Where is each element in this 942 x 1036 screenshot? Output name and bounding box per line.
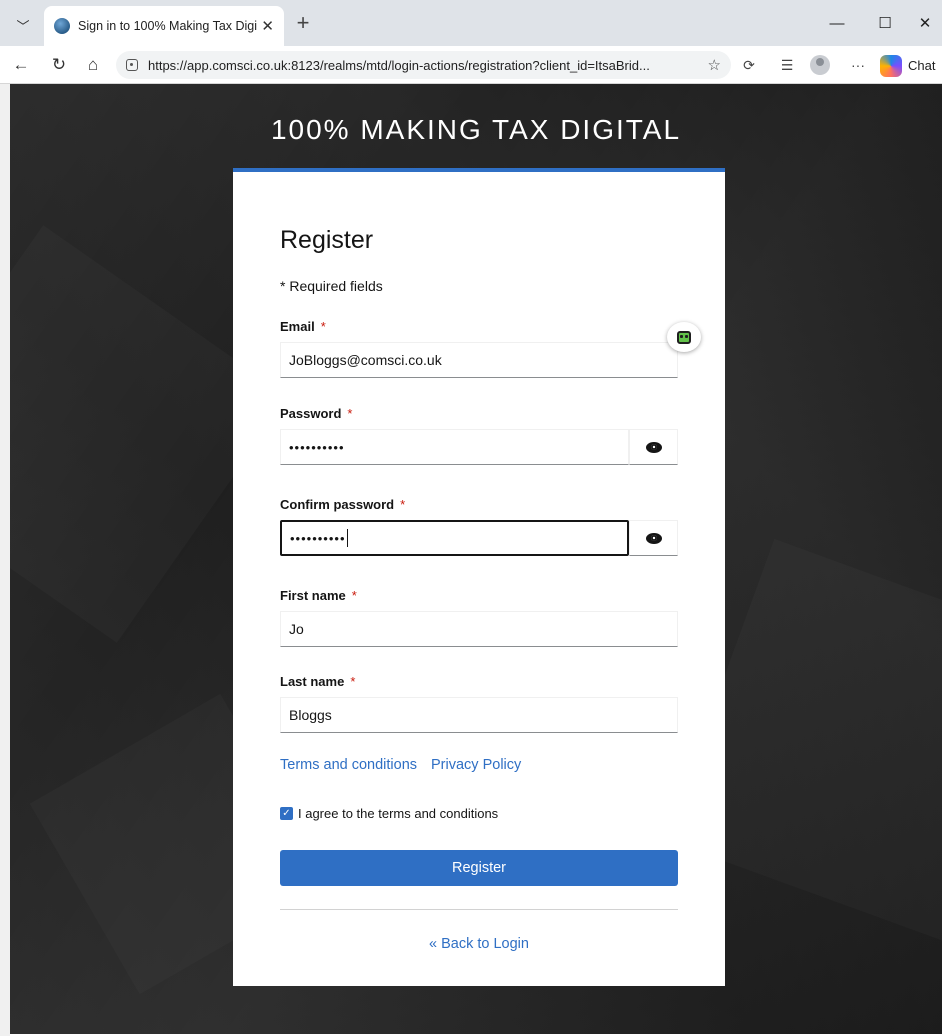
- brand-title: 100% MAKING TAX DIGITAL: [270, 114, 682, 145]
- password-field[interactable]: ••••••••••: [280, 429, 629, 465]
- page-background: 100% MAKING TAX DIGITAL Register * Requi…: [10, 84, 942, 1034]
- back-to-login-link[interactable]: « Back to Login: [280, 936, 678, 952]
- tab-close-icon[interactable]: ✕: [261, 17, 274, 35]
- browser-tab-bar: ﹀ Sign in to 100% Making Tax Digital ✕ +…: [0, 0, 942, 46]
- close-window-icon[interactable]: ✕: [910, 10, 940, 36]
- agree-label[interactable]: I agree to the terms and conditions: [298, 806, 498, 821]
- page-title: Register: [280, 226, 374, 254]
- address-bar[interactable]: https://app.comsci.co.uk:8123/realms/mtd…: [116, 51, 731, 79]
- browser-toolbar: ← ↻ ⌂ https://app.comsci.co.uk:8123/real…: [0, 46, 942, 84]
- required-star: *: [347, 406, 353, 421]
- confirm-password-value: ••••••••••: [290, 530, 346, 546]
- extensions-icon[interactable]: ⟳: [736, 52, 762, 78]
- url-text[interactable]: https://app.comsci.co.uk:8123/realms/mtd…: [148, 58, 702, 73]
- privacy-policy-link[interactable]: Privacy Policy: [431, 757, 521, 773]
- required-fields-note: * Required fields: [280, 278, 383, 294]
- password-label: Password *: [280, 406, 353, 421]
- required-star: *: [351, 588, 357, 603]
- minimize-icon[interactable]: —: [822, 10, 852, 36]
- last-name-field[interactable]: Bloggs: [280, 697, 678, 733]
- tab-title: Sign in to 100% Making Tax Digital: [78, 19, 258, 33]
- lock-icon[interactable]: [126, 59, 138, 71]
- terms-link[interactable]: Terms and conditions: [280, 757, 417, 773]
- agree-terms-row[interactable]: ✓ I agree to the terms and conditions: [280, 806, 498, 821]
- register-card: Register * Required fields Email * JoBlog…: [233, 168, 725, 986]
- favorites-icon[interactable]: ☰: [774, 52, 800, 78]
- agree-checkbox[interactable]: ✓: [280, 807, 293, 820]
- home-icon[interactable]: ⌂: [80, 52, 106, 78]
- copilot-icon[interactable]: [880, 55, 902, 77]
- browser-tab[interactable]: Sign in to 100% Making Tax Digital ✕: [44, 6, 284, 46]
- email-field[interactable]: JoBloggs@comsci.co.uk: [280, 342, 678, 378]
- site-favicon-icon: [54, 18, 70, 34]
- confirm-password-label: Confirm password *: [280, 497, 406, 512]
- first-name-field[interactable]: Jo: [280, 611, 678, 647]
- required-star: *: [320, 319, 326, 334]
- first-name-label: First name *: [280, 588, 357, 603]
- robot-icon: [677, 330, 691, 344]
- policy-links: Terms and conditions Privacy Policy: [280, 757, 535, 773]
- refresh-icon[interactable]: ↻: [46, 52, 72, 78]
- new-tab-button[interactable]: +: [290, 10, 316, 36]
- eye-icon: [645, 532, 662, 544]
- tab-list-icon[interactable]: ﹀: [10, 12, 36, 38]
- back-arrow-icon[interactable]: ←: [8, 52, 34, 78]
- confirm-password-field[interactable]: ••••••••••: [280, 520, 629, 556]
- required-star: *: [400, 497, 406, 512]
- last-name-label: Last name *: [280, 674, 356, 689]
- window-edge: [0, 84, 10, 1036]
- show-confirm-password-button[interactable]: [629, 520, 678, 556]
- chat-label[interactable]: Chat: [908, 58, 935, 73]
- email-label: Email *: [280, 319, 326, 334]
- more-icon[interactable]: ···: [845, 52, 871, 78]
- eye-icon: [645, 441, 662, 453]
- maximize-icon[interactable]: ☐: [870, 10, 900, 36]
- profile-icon[interactable]: [810, 55, 830, 75]
- password-manager-badge[interactable]: [667, 322, 701, 352]
- show-password-button[interactable]: [629, 429, 678, 465]
- register-button[interactable]: Register: [280, 850, 678, 886]
- text-caret: [346, 529, 348, 547]
- favorite-star-icon[interactable]: ☆: [708, 56, 721, 74]
- required-star: *: [350, 674, 356, 689]
- divider: [280, 909, 678, 910]
